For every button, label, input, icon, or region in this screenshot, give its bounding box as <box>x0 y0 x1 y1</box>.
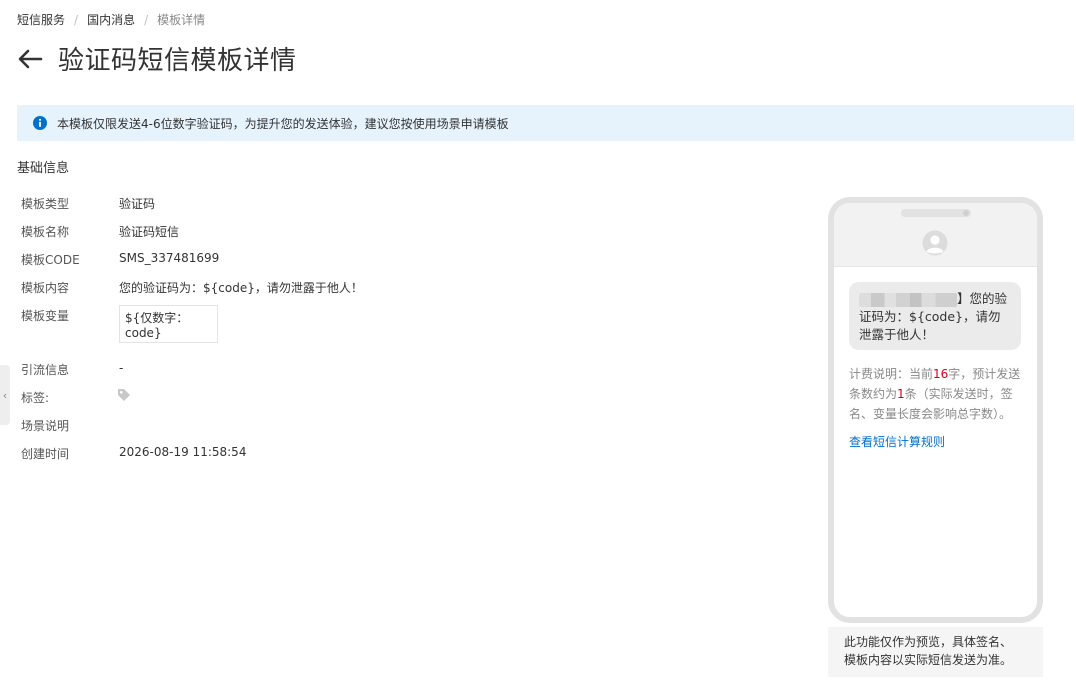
tag-icon[interactable] <box>117 388 131 402</box>
back-arrow-icon[interactable] <box>16 45 44 73</box>
created-time-label: 创建时间 <box>21 447 70 461</box>
chevron-left-icon: ‹ <box>2 388 8 402</box>
template-type-label: 模板类型 <box>21 197 70 211</box>
breadcrumb: 短信服务 / 国内消息 / 模板详情 <box>17 11 205 28</box>
breadcrumb-domestic-messages[interactable]: 国内消息 <box>87 11 135 28</box>
template-code-label: 模板CODE <box>21 253 80 267</box>
breadcrumb-separator: / <box>74 12 79 27</box>
sms-billing-rules-link[interactable]: 查看短信计算规则 <box>849 433 945 450</box>
billing-description: 计费说明：当前16字，预计发送条数约为1条（实际发送时，签名、变量长度会影响总字… <box>849 364 1029 424</box>
traffic-info-value: - <box>119 361 124 375</box>
info-notice: 本模板仅限发送4-6位数字验证码，为提升您的发送体验，建议您按使用场景申请模板 <box>17 105 1074 141</box>
template-variable-label: 模板变量 <box>21 309 70 323</box>
breadcrumb-sms-service[interactable]: 短信服务 <box>17 11 65 28</box>
message-count: 1 <box>897 387 905 401</box>
section-title-basic-info: 基础信息 <box>17 161 70 176</box>
message-bubble: 】您的验证码为：${code}，请勿泄露于他人！ <box>849 282 1021 350</box>
phone-header <box>834 203 1037 267</box>
preview-disclaimer-line2: 模板内容以实际短信发送为准。 <box>844 653 1013 667</box>
page-title: 验证码短信模板详情 <box>58 46 297 76</box>
info-icon <box>33 116 47 130</box>
message-sign-suffix: 】您的 <box>957 291 995 306</box>
traffic-info-label: 引流信息 <box>21 363 70 377</box>
template-name-label: 模板名称 <box>21 225 70 239</box>
phone-camera <box>963 210 969 216</box>
preview-disclaimer: 此功能仅作为预览，具体签名、 模板内容以实际短信发送为准。 <box>828 627 1043 677</box>
breadcrumb-separator: / <box>144 12 149 27</box>
template-variable-value: ${仅数字：code} <box>119 305 218 343</box>
template-content-label: 模板内容 <box>21 281 70 295</box>
title-row: 验证码短信模板详情 <box>16 40 297 77</box>
char-count: 16 <box>933 367 949 381</box>
template-name-value: 验证码短信 <box>119 225 180 239</box>
sidebar-collapse-handle[interactable]: ‹ <box>0 365 10 425</box>
blurred-signature <box>859 292 957 307</box>
preview-disclaimer-line1: 此功能仅作为预览，具体签名、 <box>844 635 1013 649</box>
scene-description-label: 场景说明 <box>21 419 70 433</box>
notice-text: 本模板仅限发送4-6位数字验证码，为提升您的发送体验，建议您按使用场景申请模板 <box>57 116 509 131</box>
breadcrumb-template-detail: 模板详情 <box>157 13 206 27</box>
template-type-value: 验证码 <box>119 197 156 211</box>
template-content-value: 您的验证码为：${code}，请勿泄露于他人！ <box>119 281 363 295</box>
tag-label: 标签: <box>21 391 50 405</box>
created-time-value: 2026-08-19 11:58:54 <box>119 445 247 459</box>
phone-speaker <box>901 209 971 217</box>
billing-prefix: 计费说明：当前 <box>849 367 934 381</box>
phone-preview: 】您的验证码为：${code}，请勿泄露于他人！ 计费说明：当前16字，预计发送… <box>828 197 1043 623</box>
avatar-icon <box>922 230 948 256</box>
template-code-value: SMS_337481699 <box>119 251 220 265</box>
